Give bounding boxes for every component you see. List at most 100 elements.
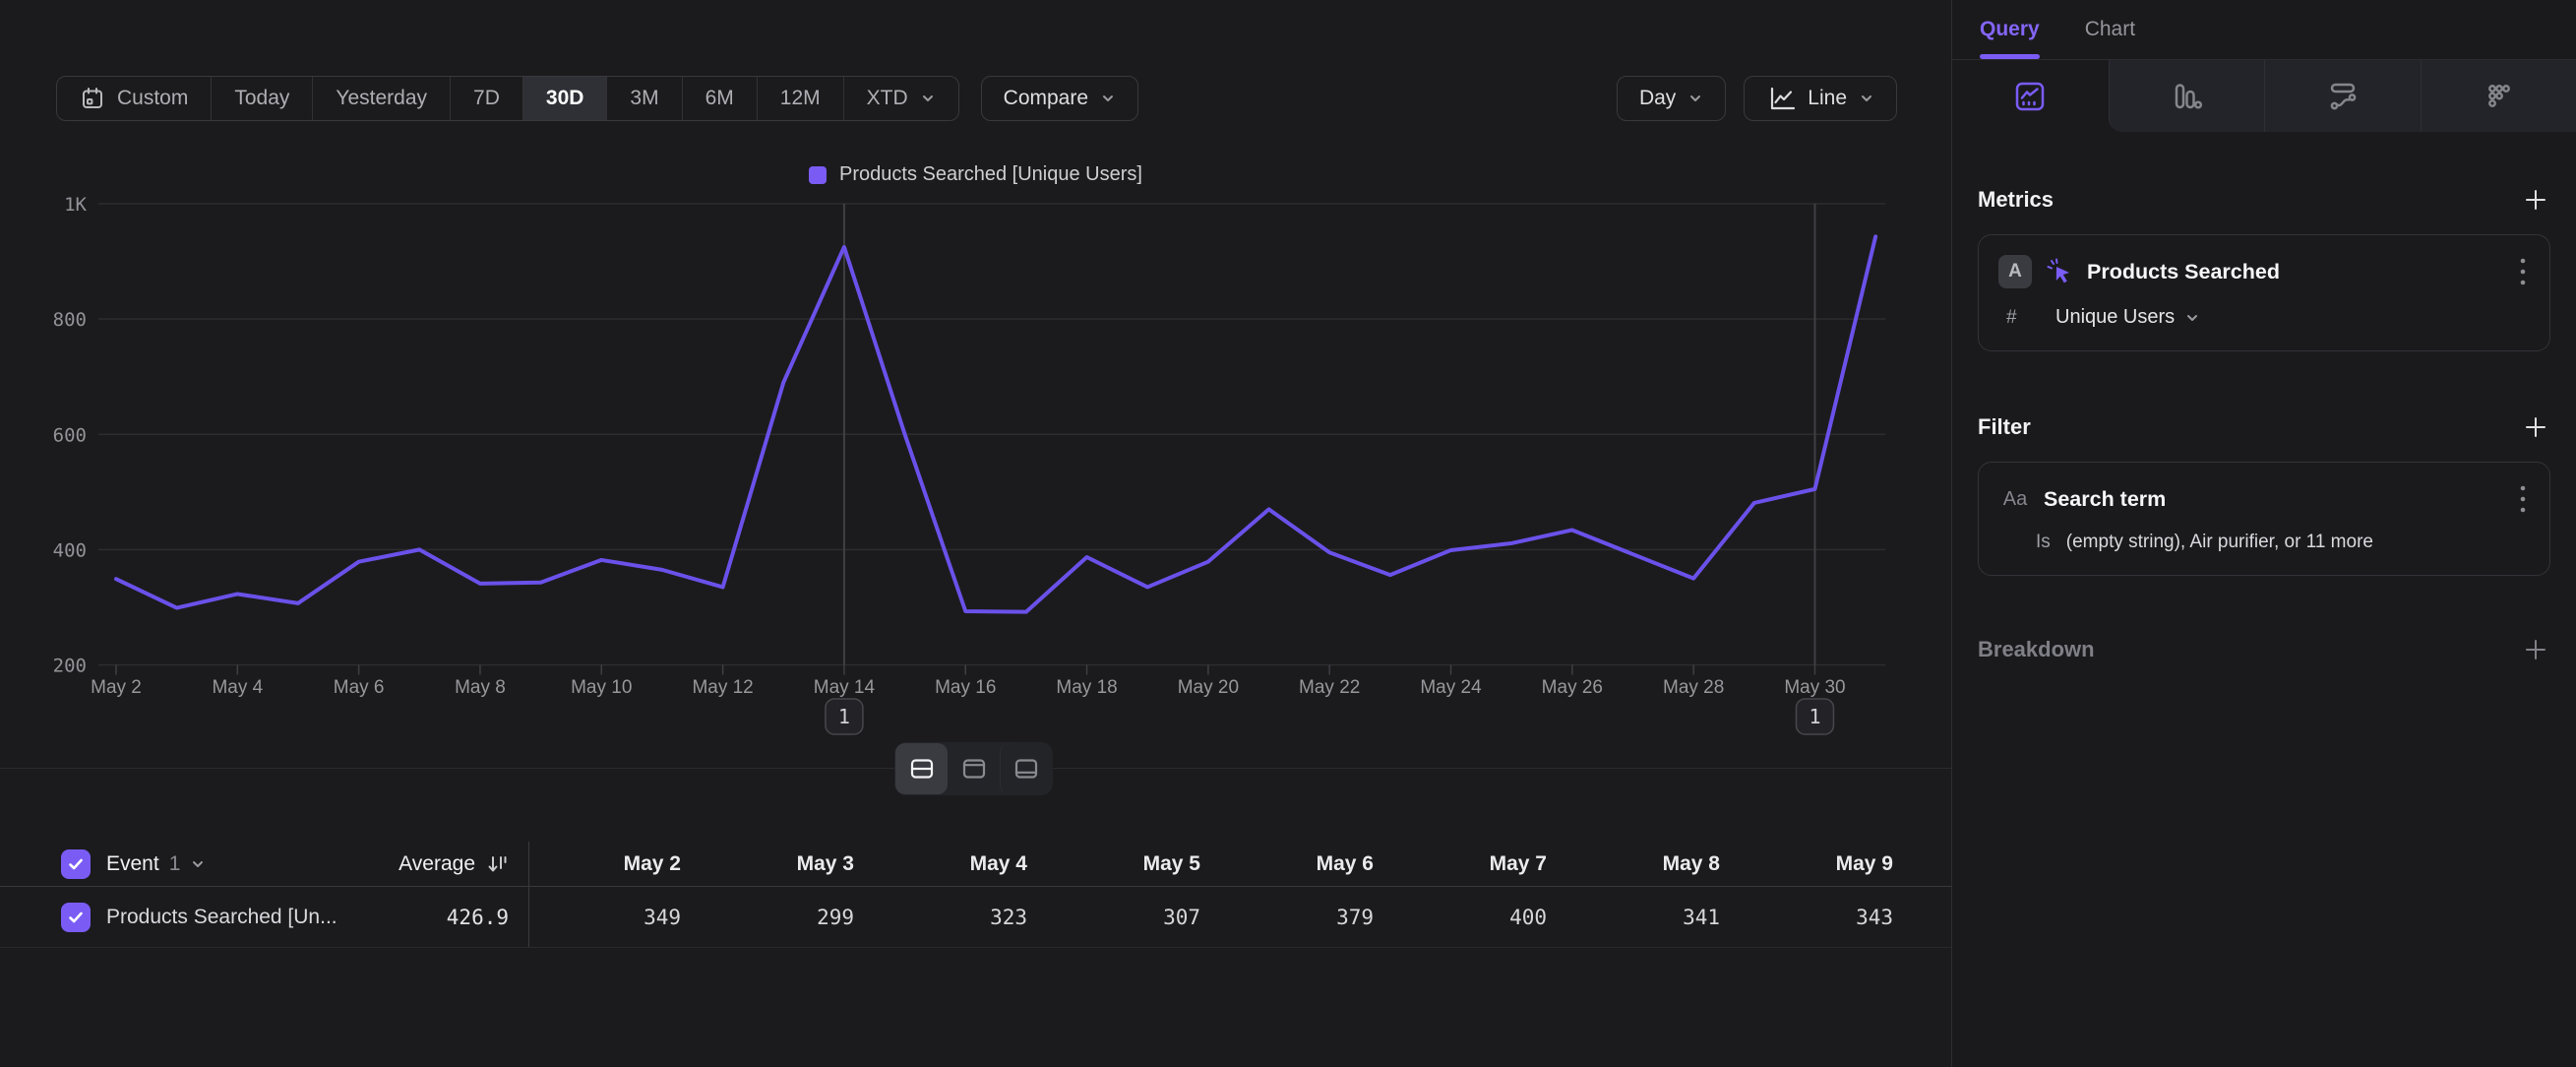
line-chart[interactable]: 2004006008001K11May 2May 4May 6May 8May …: [0, 167, 1951, 770]
layout-toggle: [894, 742, 1053, 795]
svg-text:May 2: May 2: [91, 677, 142, 698]
measure-type-icon: #: [2006, 307, 2032, 329]
sidebar-content: Metrics A Products Searched # Unique Use…: [1952, 185, 2576, 664]
event-click-icon: [2044, 256, 2075, 287]
range-7d[interactable]: 7D: [451, 77, 523, 120]
date-column-header: May 2: [529, 852, 703, 876]
date-column-header: May 8: [1568, 852, 1742, 876]
add-metric-button[interactable]: [2521, 185, 2550, 215]
tab-flows[interactable]: [2264, 60, 2421, 132]
svg-text:1: 1: [1809, 705, 1820, 728]
measure-dropdown[interactable]: Unique Users: [2055, 306, 2200, 329]
filter-property-name: Search term: [2044, 487, 2506, 512]
add-breakdown-button[interactable]: [2521, 635, 2550, 664]
sort-descending-icon: [485, 852, 509, 876]
value-cell: 299: [703, 906, 876, 929]
display-controls: Day Line: [1617, 76, 1897, 121]
layout-table-only-button[interactable]: [1000, 743, 1052, 794]
add-filter-button[interactable]: [2521, 412, 2550, 442]
svg-text:May 30: May 30: [1784, 677, 1845, 698]
svg-text:May 18: May 18: [1056, 677, 1117, 698]
select-all-checkbox[interactable]: [61, 849, 91, 879]
chart-type-dropdown[interactable]: Line: [1744, 76, 1897, 121]
svg-text:400: 400: [53, 539, 87, 561]
tab-retention[interactable]: [2421, 60, 2576, 132]
granularity-dropdown[interactable]: Day: [1617, 76, 1726, 121]
svg-text:800: 800: [53, 309, 87, 331]
svg-text:May 26: May 26: [1542, 677, 1603, 698]
svg-text:1: 1: [838, 705, 850, 728]
range-today[interactable]: Today: [212, 77, 313, 120]
date-column-header: May 4: [876, 852, 1049, 876]
metric-name: Products Searched: [2087, 260, 2506, 284]
kebab-menu-icon[interactable]: [2518, 482, 2528, 516]
row-checkbox[interactable]: [61, 903, 91, 932]
row-name-cell[interactable]: Products Searched [Un...: [106, 906, 372, 929]
date-range-controls: Custom Today Yesterday 7D 30D 3M 6M 12M …: [56, 76, 1138, 121]
svg-text:May 24: May 24: [1420, 677, 1482, 698]
value-cell: 349: [529, 906, 703, 929]
filter-card[interactable]: Aa Search term Is (empty string), Air pu…: [1978, 462, 2550, 576]
event-count: 1: [169, 852, 181, 876]
query-sidebar: Query Chart Metrics A Product: [1951, 0, 2576, 1067]
event-label: Event: [106, 852, 159, 876]
kebab-menu-icon[interactable]: [2518, 255, 2528, 288]
range-custom[interactable]: Custom: [57, 77, 212, 120]
chevron-down-icon: [190, 856, 206, 872]
svg-text:May 28: May 28: [1663, 677, 1724, 698]
svg-text:1K: 1K: [64, 194, 87, 216]
value-cell: 379: [1222, 906, 1395, 929]
layout-chart-only-button[interactable]: [948, 743, 1000, 794]
tab-insights[interactable]: [1952, 60, 2109, 132]
svg-text:200: 200: [53, 656, 87, 677]
range-30d[interactable]: 30D: [523, 77, 608, 120]
chart-toolbar: Custom Today Yesterday 7D 30D 3M 6M 12M …: [56, 76, 1897, 121]
svg-text:May 12: May 12: [692, 677, 753, 698]
metrics-heading: Metrics: [1978, 187, 2054, 213]
active-tab-indicator: [1980, 54, 2040, 59]
average-header-cell[interactable]: Average: [372, 842, 529, 886]
value-cell: 323: [876, 906, 1049, 929]
svg-text:May 6: May 6: [334, 677, 385, 698]
date-column-header: May 6: [1222, 852, 1395, 876]
chart-only-icon: [961, 756, 987, 782]
range-yesterday[interactable]: Yesterday: [313, 77, 451, 120]
compare-button[interactable]: Compare: [981, 76, 1138, 121]
funnels-icon: [2169, 79, 2204, 114]
calendar-icon: [80, 86, 105, 111]
tab-chart[interactable]: Chart: [2085, 0, 2135, 59]
line-chart-icon: [1766, 84, 1796, 113]
header-check-cell: [0, 849, 106, 879]
filter-operator[interactable]: Is: [2036, 532, 2051, 553]
layout-split-view-button[interactable]: [895, 743, 948, 794]
value-cell: 343: [1742, 906, 1915, 929]
breakdown-heading: Breakdown: [1978, 637, 2095, 662]
date-column-header: May 5: [1049, 852, 1222, 876]
chart-type-tabs: [1952, 60, 2576, 132]
date-column-header: May 9: [1742, 852, 1915, 876]
range-xtd[interactable]: XTD: [844, 77, 958, 120]
series-name: Products Searched [Un...: [106, 906, 337, 929]
average-value: 426.9: [447, 906, 509, 929]
range-3m[interactable]: 3M: [607, 77, 682, 120]
chevron-down-icon: [1687, 91, 1703, 106]
value-cell: 400: [1395, 906, 1568, 929]
svg-text:May 4: May 4: [212, 677, 263, 698]
chevron-down-icon: [2184, 310, 2200, 326]
tab-funnels[interactable]: [2109, 60, 2265, 132]
value-cell: 307: [1049, 906, 1222, 929]
main-pane: Custom Today Yesterday 7D 30D 3M 6M 12M …: [0, 0, 1951, 1067]
range-label: Custom: [117, 87, 188, 110]
string-type-badge: Aa: [1998, 488, 2032, 511]
breakdown-table: Event 1 Average May 2 May 3 May 4 May 5 …: [0, 842, 1951, 948]
event-dropdown[interactable]: Event 1: [106, 852, 372, 876]
svg-text:May 22: May 22: [1299, 677, 1360, 698]
range-6m[interactable]: 6M: [683, 77, 758, 120]
table-only-icon: [1013, 756, 1039, 782]
tab-query[interactable]: Query: [1980, 0, 2040, 59]
metric-card[interactable]: A Products Searched # Unique Users: [1978, 234, 2550, 351]
range-12m[interactable]: 12M: [758, 77, 844, 120]
filter-value[interactable]: (empty string), Air purifier, or 11 more: [2066, 532, 2373, 553]
chevron-down-icon: [1100, 91, 1116, 106]
chevron-down-icon: [920, 91, 936, 106]
